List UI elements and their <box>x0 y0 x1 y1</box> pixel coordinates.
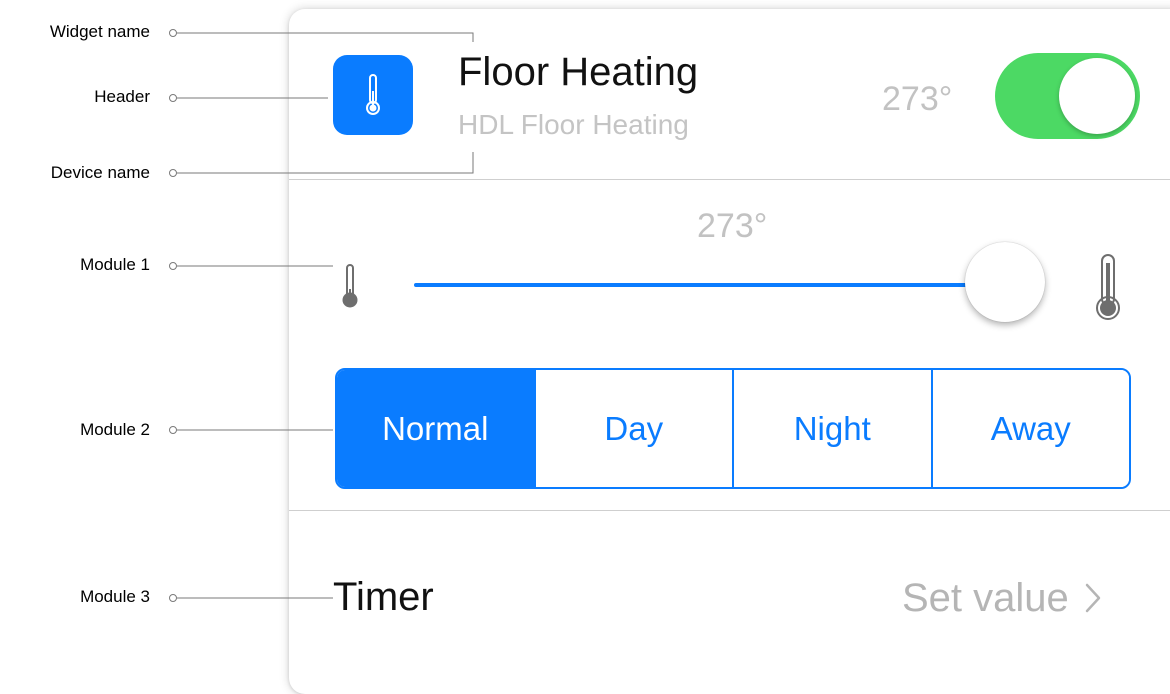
callout-widget-name: Widget name <box>49 22 150 41</box>
callout-module-2: Module 2 <box>80 420 150 439</box>
callout-module-3: Module 3 <box>80 587 150 606</box>
callout-lines <box>169 29 474 602</box>
callout-header: Header <box>94 87 150 106</box>
callout-device-name: Device name <box>50 163 150 182</box>
callout-module-1: Module 1 <box>80 255 150 274</box>
